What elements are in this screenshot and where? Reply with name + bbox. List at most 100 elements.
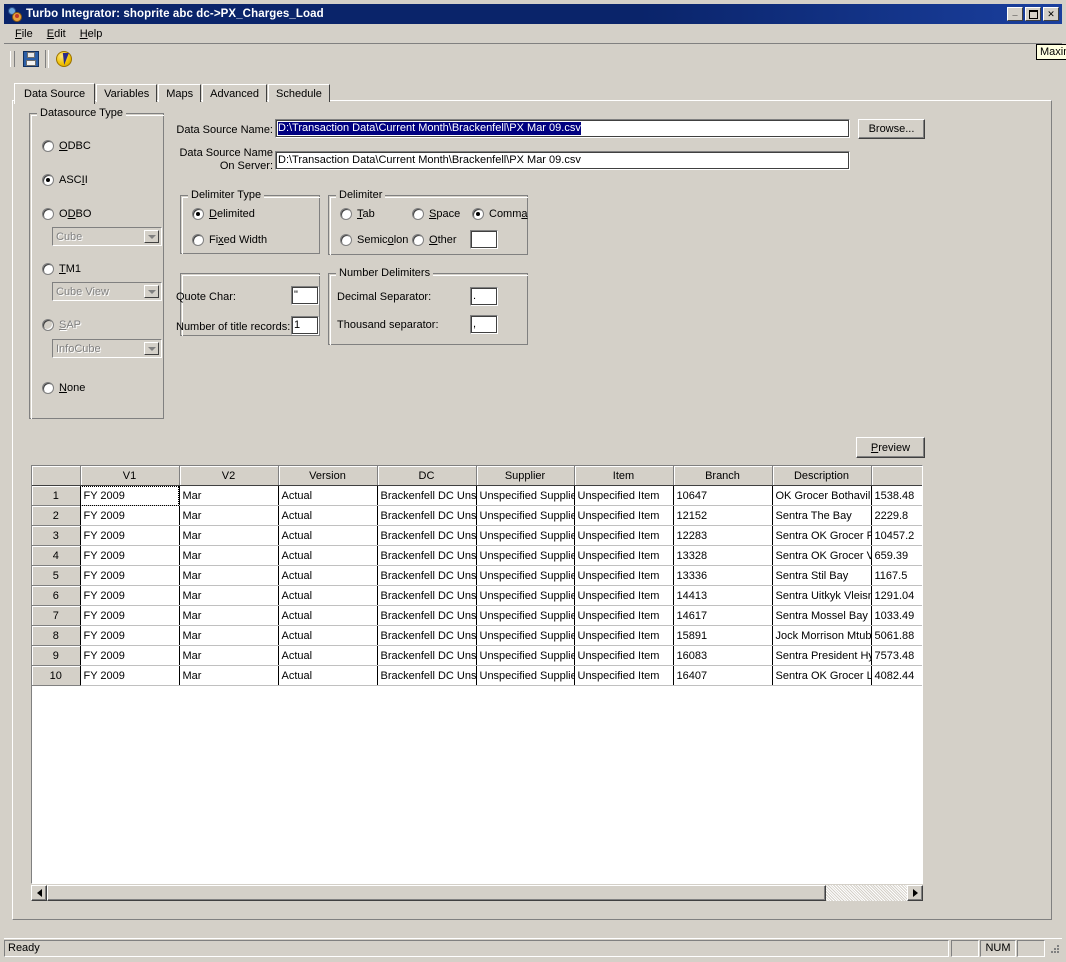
preview-grid[interactable]: V1 V2 Version DC Supplier Item Branch De…	[31, 465, 923, 884]
cell-version[interactable]: Actual	[278, 605, 378, 626]
radio-odbc[interactable]: ODBC	[42, 140, 91, 152]
cell-v2[interactable]: Mar	[179, 625, 279, 646]
radio-tab[interactable]: Tab	[340, 208, 375, 220]
cell-amount[interactable]: 4082.44	[871, 665, 922, 686]
radio-odbo[interactable]: ODBO	[42, 208, 91, 220]
radio-other[interactable]: Other	[412, 234, 457, 246]
cell-supplier[interactable]: Unspecified Supplier	[476, 665, 575, 686]
cell-item[interactable]: Unspecified Item	[574, 485, 674, 506]
cube-combo[interactable]: Cube	[52, 227, 162, 246]
cell-item[interactable]: Unspecified Item	[574, 525, 674, 546]
cell-description[interactable]: Sentra OK Grocer La	[772, 665, 872, 686]
cell-v2[interactable]: Mar	[179, 605, 279, 626]
tab-schedule[interactable]: Schedule	[268, 84, 330, 102]
cell-supplier[interactable]: Unspecified Supplier	[476, 605, 575, 626]
data-source-server-input[interactable]: D:\Transaction Data\Current Month\Bracke…	[275, 151, 850, 170]
cell-v2[interactable]: Mar	[179, 505, 279, 526]
cell-version[interactable]: Actual	[278, 585, 378, 606]
thousand-separator-input[interactable]: ,	[470, 315, 498, 334]
title-records-input[interactable]: 1	[291, 316, 319, 335]
cell-v2[interactable]: Mar	[179, 665, 279, 686]
cell-item[interactable]: Unspecified Item	[574, 645, 674, 666]
radio-ascii[interactable]: ASCII	[42, 174, 88, 186]
cell-v1[interactable]: FY 2009	[80, 665, 180, 686]
cell-amount[interactable]: 659.39	[871, 545, 922, 566]
cell-branch[interactable]: 14617	[673, 605, 773, 626]
cell-amount[interactable]: 1167.5	[871, 565, 922, 586]
cell-dc[interactable]: Brackenfell DC Unsp	[377, 625, 477, 646]
scrollbar-track[interactable]	[47, 885, 907, 901]
table-row[interactable]: 4 FY 2009 Mar Actual Brackenfell DC Unsp…	[32, 545, 922, 566]
cell-amount[interactable]: 10457.2	[871, 525, 922, 546]
toolbar-grip[interactable]	[10, 51, 15, 67]
radio-fixed-width[interactable]: Fixed Width	[192, 234, 267, 246]
cell-description[interactable]: OK Grocer Bothaville	[772, 485, 872, 506]
cell-dc[interactable]: Brackenfell DC Unsp	[377, 645, 477, 666]
tab-advanced[interactable]: Advanced	[202, 84, 268, 102]
cell-v1[interactable]: FY 2009	[80, 525, 180, 546]
menu-file[interactable]: File	[8, 27, 40, 41]
cell-v2[interactable]: Mar	[179, 585, 279, 606]
preview-button[interactable]: Preview	[856, 437, 925, 458]
cell-description[interactable]: Jock Morrison Mtuba	[772, 625, 872, 646]
cell-dc[interactable]: Brackenfell DC Unsp	[377, 485, 477, 506]
grid-col-amount[interactable]	[871, 466, 922, 486]
chevron-down-icon[interactable]	[144, 285, 159, 298]
cell-supplier[interactable]: Unspecified Supplier	[476, 585, 575, 606]
resize-grip-icon[interactable]	[1048, 942, 1062, 956]
cell-v1[interactable]: FY 2009	[80, 565, 180, 586]
table-row[interactable]: 7 FY 2009 Mar Actual Brackenfell DC Unsp…	[32, 605, 922, 626]
tab-data-source[interactable]: Data Source	[14, 83, 96, 104]
cell-dc[interactable]: Brackenfell DC Unsp	[377, 585, 477, 606]
cell-item[interactable]: Unspecified Item	[574, 665, 674, 686]
cell-v1[interactable]: FY 2009	[80, 625, 180, 646]
radio-sap[interactable]: SAP	[42, 319, 81, 331]
cell-branch[interactable]: 16083	[673, 645, 773, 666]
cell-description[interactable]: Sentra OK Grocer P	[772, 525, 872, 546]
grid-col-description[interactable]: Description	[772, 466, 872, 486]
infocube-combo[interactable]: InfoCube	[52, 339, 162, 358]
table-row[interactable]: 9 FY 2009 Mar Actual Brackenfell DC Unsp…	[32, 645, 922, 666]
cell-description[interactable]: Sentra Uitkyk Vleism	[772, 585, 872, 606]
cell-version[interactable]: Actual	[278, 565, 378, 586]
cell-version[interactable]: Actual	[278, 665, 378, 686]
scroll-right-button[interactable]	[907, 885, 923, 901]
browse-button[interactable]: Browse...	[858, 119, 925, 139]
grid-col-version[interactable]: Version	[278, 466, 378, 486]
radio-none[interactable]: None	[42, 382, 85, 394]
grid-col-v2[interactable]: V2	[179, 466, 279, 486]
row-header[interactable]: 7	[32, 605, 81, 626]
cell-item[interactable]: Unspecified Item	[574, 625, 674, 646]
cell-supplier[interactable]: Unspecified Supplier	[476, 565, 575, 586]
radio-semicolon[interactable]: Semicolon	[340, 234, 408, 246]
cell-version[interactable]: Actual	[278, 625, 378, 646]
cell-branch[interactable]: 14413	[673, 585, 773, 606]
cell-v1[interactable]: FY 2009	[80, 605, 180, 626]
row-header[interactable]: 10	[32, 665, 81, 686]
radio-space[interactable]: Space	[412, 208, 460, 220]
cell-dc[interactable]: Brackenfell DC Unsp	[377, 565, 477, 586]
cell-v2[interactable]: Mar	[179, 485, 279, 506]
menu-help[interactable]: Help	[73, 27, 110, 41]
grid-col-v1[interactable]: V1	[80, 466, 180, 486]
cell-branch[interactable]: 12152	[673, 505, 773, 526]
row-header[interactable]: 6	[32, 585, 81, 606]
cell-v1[interactable]: FY 2009	[80, 505, 180, 526]
grid-horizontal-scrollbar[interactable]	[31, 885, 923, 901]
tab-variables[interactable]: Variables	[96, 84, 158, 102]
decimal-separator-input[interactable]: .	[470, 287, 498, 306]
grid-col-supplier[interactable]: Supplier	[476, 466, 575, 486]
table-row[interactable]: 10 FY 2009 Mar Actual Brackenfell DC Uns…	[32, 665, 922, 686]
table-row[interactable]: 8 FY 2009 Mar Actual Brackenfell DC Unsp…	[32, 625, 922, 646]
cell-description[interactable]: Sentra Stil Bay	[772, 565, 872, 586]
cell-version[interactable]: Actual	[278, 505, 378, 526]
cell-amount[interactable]: 1291.04	[871, 585, 922, 606]
cell-v1[interactable]: FY 2009	[80, 585, 180, 606]
cell-item[interactable]: Unspecified Item	[574, 585, 674, 606]
cell-v1[interactable]: FY 2009	[80, 645, 180, 666]
cell-version[interactable]: Actual	[278, 485, 378, 506]
row-header[interactable]: 2	[32, 505, 81, 526]
cell-branch[interactable]: 12283	[673, 525, 773, 546]
grid-col-corner[interactable]	[32, 466, 81, 486]
tab-maps[interactable]: Maps	[158, 84, 202, 102]
